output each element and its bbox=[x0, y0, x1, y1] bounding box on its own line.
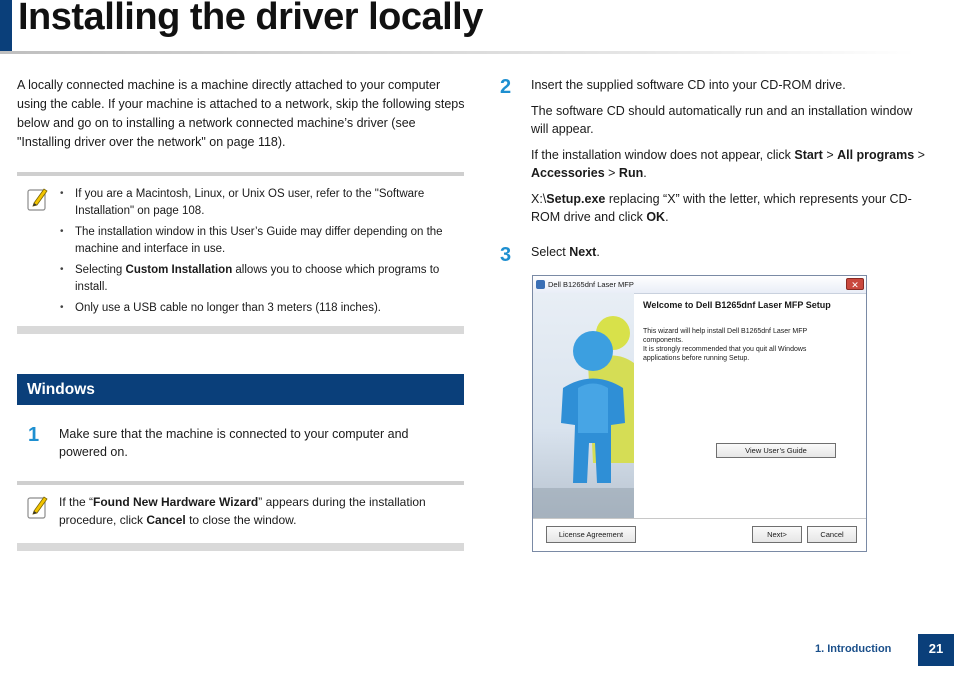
app-icon bbox=[536, 280, 545, 289]
intro-paragraph: A locally connected machine is a machine… bbox=[17, 78, 465, 149]
note-pencil-icon bbox=[27, 494, 49, 520]
note-pencil-icon bbox=[27, 186, 49, 212]
step-2-line-4: X:\Setup.exe replacing “X” with the lett… bbox=[531, 192, 912, 224]
page-number: 21 bbox=[918, 634, 954, 666]
step-2-line-2: The software CD should automatically run… bbox=[531, 104, 913, 136]
license-agreement-button[interactable]: License Agreement bbox=[546, 526, 636, 543]
note-box-1: If you are a Macintosh, Linux, or Unix O… bbox=[17, 172, 464, 334]
step-2-content: Insert the supplied software CD into you… bbox=[531, 76, 931, 226]
step-3-text: Select Next. bbox=[531, 245, 600, 259]
installer-window-title: Dell B1265dnf Laser MFP bbox=[548, 280, 634, 289]
installer-window-screenshot: Dell B1265dnf Laser MFP ✕ Welcome to Del… bbox=[532, 275, 867, 552]
installer-side-banner bbox=[533, 293, 634, 518]
view-users-guide-button[interactable]: View User’s Guide bbox=[716, 443, 836, 458]
step-2-line-1: Insert the supplied software CD into you… bbox=[531, 78, 846, 92]
installer-body-text-1: This wizard will help install Dell B1265… bbox=[643, 328, 808, 344]
cancel-button[interactable]: Cancel bbox=[807, 526, 857, 543]
note-item: Only use a USB cable no longer than 3 me… bbox=[60, 300, 464, 317]
installer-title-bar: Dell B1265dnf Laser MFP bbox=[533, 276, 866, 294]
step-number-1: 1 bbox=[28, 424, 40, 446]
step-number-3: 3 bbox=[500, 244, 512, 266]
page-title: Installing the driver locally bbox=[18, 0, 483, 38]
note-box-2: If the “Found New Hardware Wizard” appea… bbox=[17, 481, 464, 551]
step-number-2: 2 bbox=[500, 76, 512, 98]
section-heading-windows: Windows bbox=[17, 374, 464, 405]
step-2-line-3: If the installation window does not appe… bbox=[531, 148, 925, 180]
title-accent-bar bbox=[0, 0, 12, 52]
people-figure-icon bbox=[533, 316, 634, 518]
close-icon[interactable]: ✕ bbox=[846, 278, 864, 290]
note-item: If you are a Macintosh, Linux, or Unix O… bbox=[60, 186, 464, 219]
note-item: The installation window in this User’s G… bbox=[60, 224, 464, 257]
note-2-text: If the “Found New Hardware Wizard” appea… bbox=[59, 495, 426, 527]
title-divider bbox=[0, 51, 915, 54]
footer-section-label: 1. Introduction bbox=[815, 643, 892, 655]
installer-footer-divider bbox=[533, 518, 866, 519]
step-1-text: Make sure that the machine is connected … bbox=[59, 427, 409, 459]
installer-welcome-heading: Welcome to Dell B1265dnf Laser MFP Setup bbox=[643, 300, 831, 310]
installer-body-text-2: It is strongly recommended that you quit… bbox=[643, 346, 807, 362]
note-item: Selecting Custom Installation allows you… bbox=[60, 262, 464, 295]
next-button[interactable]: Next> bbox=[752, 526, 802, 543]
